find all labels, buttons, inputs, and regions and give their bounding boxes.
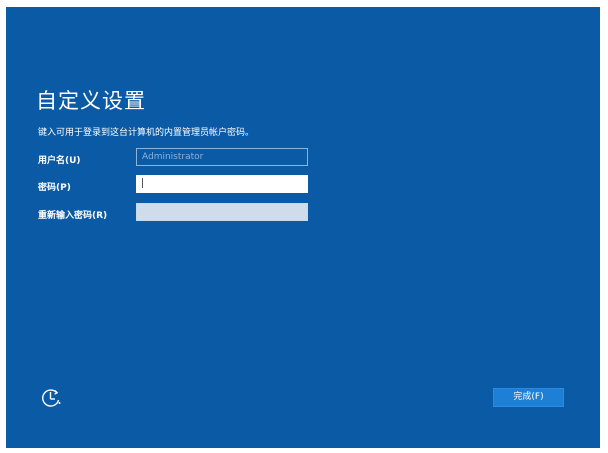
page-title: 自定义设置 [36,89,146,113]
setup-screen: 自定义设置 键入可用于登录到这台计算机的内置管理员帐户密码。 用户名(U) Ad… [6,7,600,448]
page-subtitle: 键入可用于登录到这台计算机的内置管理员帐户密码。 [38,128,255,138]
password-field[interactable] [136,175,308,193]
text-caret [142,177,143,188]
username-field[interactable]: Administrator [136,148,308,166]
confirm-password-label: 重新输入密码(R) [38,211,108,221]
ease-of-access-icon[interactable] [40,387,62,409]
confirm-password-field[interactable] [136,203,308,221]
username-label: 用户名(U) [38,156,81,166]
ease-of-access-icon-graphic [42,389,61,407]
password-label: 密码(P) [38,183,71,193]
finish-button[interactable]: 完成(F) [493,388,564,407]
